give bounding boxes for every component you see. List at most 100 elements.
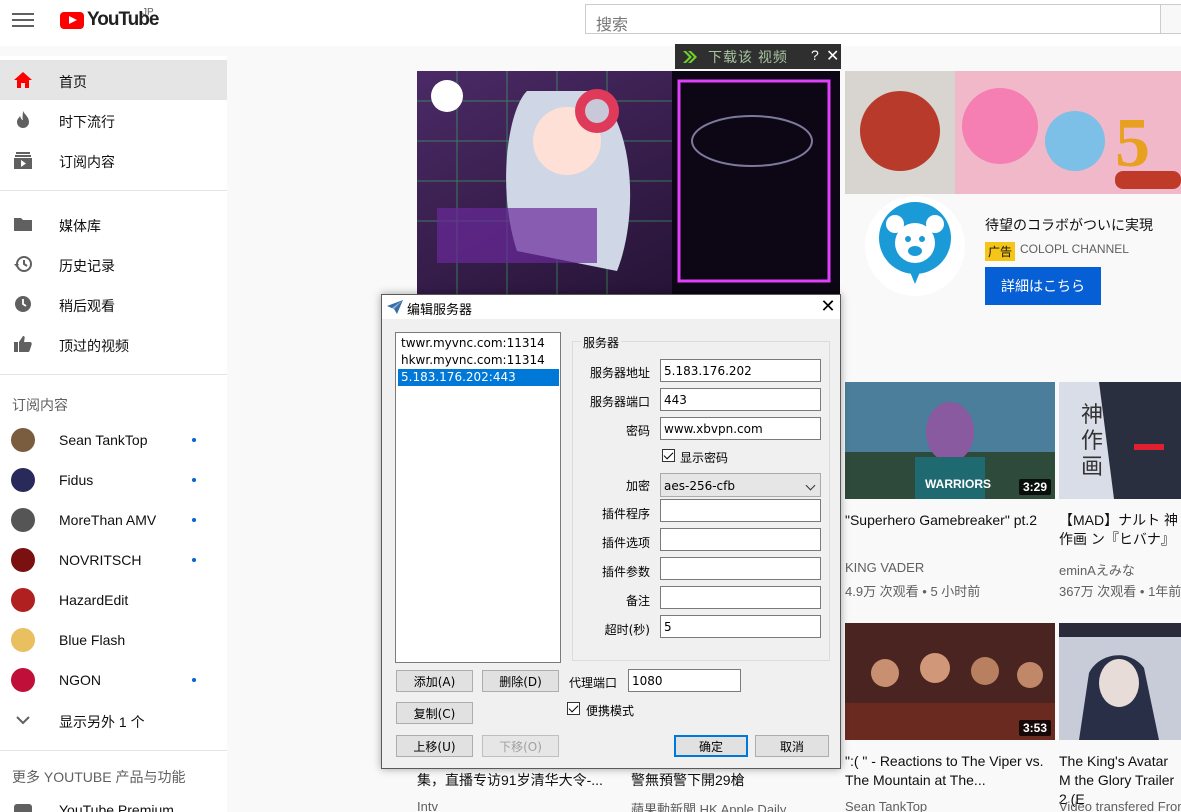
server-port-field[interactable]: 443: [660, 388, 821, 411]
server-list-item-selected[interactable]: 5.183.176.202:443: [398, 369, 559, 386]
sidebar-channel[interactable]: HazardEdit: [0, 580, 227, 620]
cancel-button[interactable]: 取消: [755, 735, 829, 757]
show-more-button[interactable]: 显示另外 1 个: [0, 700, 227, 740]
portable-mode-checkbox[interactable]: [567, 702, 580, 715]
bear-logo-icon: [879, 202, 951, 284]
copy-button[interactable]: 复制(C): [396, 702, 473, 724]
ad-title[interactable]: 待望のコラボがついに実現: [985, 215, 1153, 235]
play-logo-icon: [60, 11, 84, 29]
move-up-button[interactable]: 上移(U): [396, 735, 473, 757]
delete-button[interactable]: 删除(D): [482, 670, 559, 692]
sidebar-item-label: 顶过的视频: [59, 338, 129, 354]
advertiser-logo[interactable]: [865, 196, 965, 296]
video-channel[interactable]: Sean TankTop: [845, 799, 927, 812]
sidebar-channel[interactable]: MoreThan AMV: [0, 500, 227, 540]
sidebar-channel[interactable]: Blue Flash: [0, 620, 227, 660]
video-thumbnail[interactable]: 神 作 画: [1059, 382, 1181, 499]
svg-text:WARRIORS: WARRIORS: [925, 477, 991, 491]
sidebar-item-watch-later[interactable]: 稍后观看: [0, 284, 227, 324]
server-list-item[interactable]: hkwr.myvnc.com:11314: [398, 352, 559, 369]
fire-icon: [17, 111, 29, 128]
remark-label: 备注: [625, 594, 650, 608]
ok-button[interactable]: 确定: [674, 735, 748, 757]
show-password-checkbox[interactable]: [662, 449, 675, 462]
more-products-heading: 更多 YOUTUBE 产品与功能: [12, 769, 186, 785]
avatar: [11, 628, 35, 652]
search-input[interactable]: 搜索: [585, 4, 1161, 34]
sidebar-channel[interactable]: NGON: [0, 660, 227, 700]
close-icon[interactable]: ✕: [826, 46, 839, 66]
subscriptions-icon: [14, 152, 32, 169]
dialog-titlebar[interactable]: 编辑服务器 ✕: [382, 295, 840, 319]
sidebar-item-subscriptions[interactable]: 订阅内容: [0, 140, 227, 180]
video-title[interactable]: 集，直播专访91岁清华大令-...: [417, 771, 627, 790]
encryption-value: aes-256-cfb: [664, 479, 735, 493]
chevron-down-icon: [16, 716, 30, 725]
avatar: [11, 468, 35, 492]
menu-icon[interactable]: [12, 12, 34, 28]
video-channel[interactable]: KING VADER: [845, 560, 924, 575]
encryption-label: 加密: [625, 479, 650, 493]
sidebar-item-trending[interactable]: 时下流行: [0, 100, 227, 140]
sidebar: 首页 时下流行 订阅内容 媒体库 历史记录 稍后观看 顶过的视频 订阅内容 Se…: [0, 56, 227, 812]
masthead: YouTube JP 搜索: [0, 0, 1181, 46]
plugin-options-field[interactable]: [660, 528, 821, 551]
ad-banner-image[interactable]: 5: [845, 71, 1181, 194]
sidebar-item-label: 媒体库: [59, 218, 101, 234]
search-button[interactable]: [1160, 4, 1181, 34]
add-button[interactable]: 添加(A): [396, 670, 473, 692]
ad-details-button[interactable]: 詳細はこちら: [985, 267, 1101, 305]
sidebar-item-library[interactable]: 媒体库: [0, 204, 227, 244]
remark-field[interactable]: [660, 586, 821, 609]
sidebar-item-label: 订阅内容: [59, 154, 115, 170]
close-icon[interactable]: ✕: [818, 296, 838, 317]
sidebar-item-liked-videos[interactable]: 顶过的视频: [0, 324, 227, 364]
ad-badge: 广告: [985, 242, 1016, 261]
help-icon[interactable]: ?: [811, 47, 819, 63]
plugin-options-label: 插件选项: [601, 536, 650, 550]
thumbnail-image: [1059, 623, 1181, 740]
server-address-field[interactable]: 5.183.176.202: [660, 359, 821, 382]
proxy-port-field[interactable]: 1080: [628, 669, 741, 692]
ad-channel-name[interactable]: COLOPL CHANNEL: [1020, 242, 1129, 256]
sidebar-channel[interactable]: Sean TankTop: [0, 420, 227, 460]
download-video-bar[interactable]: 下载该 视频 ? ✕: [675, 44, 841, 69]
video-title[interactable]: "Superhero Gamebreaker" pt.2: [845, 511, 1045, 530]
sidebar-item-home[interactable]: 首页: [0, 60, 227, 100]
move-down-button[interactable]: 下移(O): [482, 735, 559, 757]
sidebar-channel[interactable]: NOVRITSCH: [0, 540, 227, 580]
video-title[interactable]: 【MAD】ナルト 神作画 ン『ヒバナ』: [1059, 511, 1181, 549]
video-thumbnail[interactable]: 3:53: [845, 623, 1055, 740]
thumbnail-image: 神 作 画: [1059, 382, 1181, 499]
channel-name: Blue Flash: [59, 632, 126, 648]
video-title[interactable]: ":( " - Reactions to The Viper vs. The M…: [845, 752, 1045, 790]
plugin-field[interactable]: [660, 499, 821, 522]
video-thumbnail[interactable]: [1059, 623, 1181, 740]
password-field[interactable]: www.xbvpn.com: [660, 417, 821, 440]
video-title[interactable]: 警無預警下開29槍: [631, 771, 841, 790]
server-group-label: 服务器: [581, 334, 622, 351]
server-list[interactable]: twwr.myvnc.com:11314 hkwr.myvnc.com:1131…: [395, 332, 561, 663]
timeout-label: 超时(秒): [604, 623, 650, 637]
video-thumbnail[interactable]: WARRIORS 3:29: [845, 382, 1055, 499]
sidebar-item-premium[interactable]: YouTube Premium: [0, 790, 227, 812]
video-channel[interactable]: 蘋果動新聞 HK Apple Daily: [631, 799, 786, 812]
timeout-field[interactable]: 5: [660, 615, 821, 638]
portable-mode-label: 便携模式: [586, 704, 635, 718]
show-more-label: 显示另外 1 个: [59, 714, 145, 730]
encryption-select[interactable]: aes-256-cfb: [660, 473, 821, 497]
video-channel[interactable]: Intv: [417, 799, 438, 812]
video-channel[interactable]: Video transfered From: [1059, 799, 1181, 812]
sidebar-item-label: 时下流行: [59, 114, 115, 130]
featured-video-thumbnail[interactable]: [417, 71, 840, 296]
server-list-item[interactable]: twwr.myvnc.com:11314: [398, 335, 559, 352]
plugin-args-label: 插件参数: [601, 565, 650, 579]
video-duration: 3:29: [1018, 479, 1051, 495]
plugin-args-field[interactable]: [660, 557, 821, 580]
avatar: [11, 548, 35, 572]
sidebar-channel[interactable]: Fidus: [0, 460, 227, 500]
svg-text:作: 作: [1081, 429, 1103, 454]
sidebar-item-history[interactable]: 历史记录: [0, 244, 227, 284]
svg-text:神: 神: [1081, 403, 1103, 428]
video-channel[interactable]: eminAえみな: [1059, 560, 1135, 579]
